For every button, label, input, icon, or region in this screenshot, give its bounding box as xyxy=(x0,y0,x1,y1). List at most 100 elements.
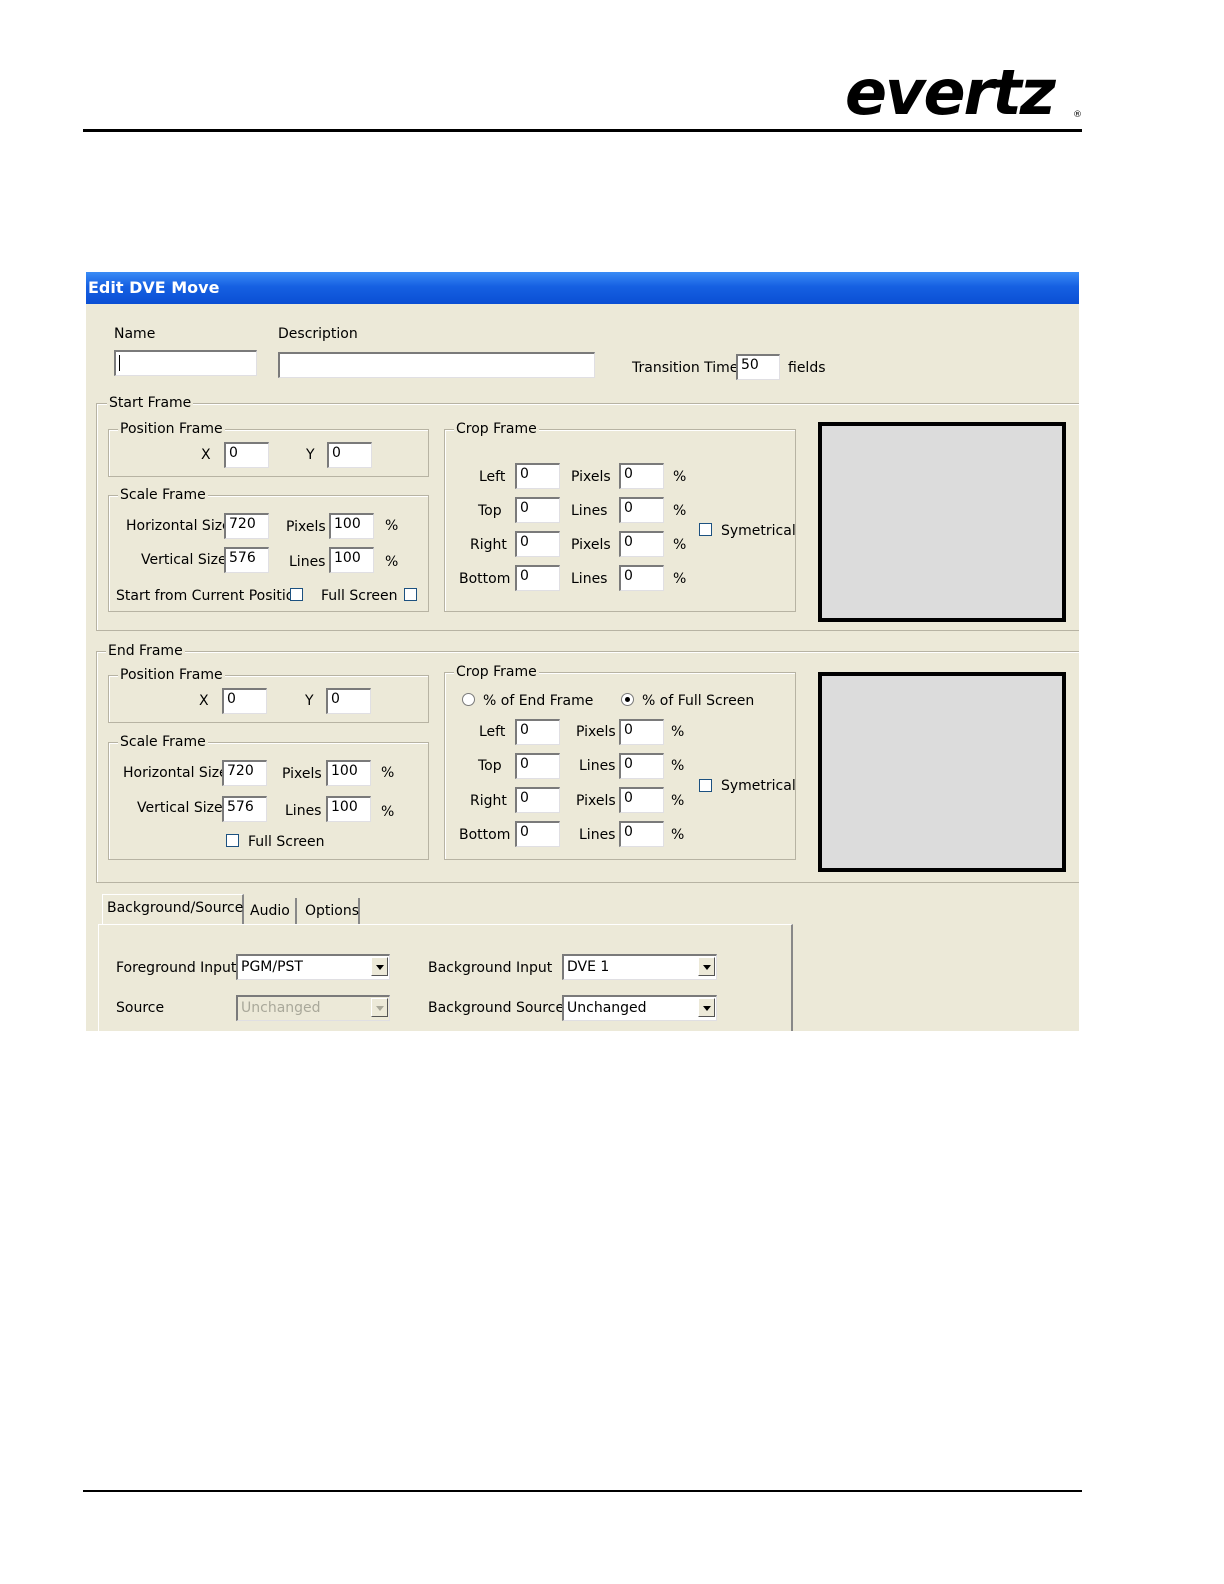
background-input-value: DVE 1 xyxy=(567,959,610,975)
chevron-down-icon[interactable] xyxy=(698,998,715,1017)
start-vertical-size-value: 576 xyxy=(229,550,256,566)
foreground-input-select[interactable]: PGM/PST xyxy=(236,954,390,980)
end-horizontal-size-label: Horizontal Size xyxy=(123,765,228,781)
end-vertical-pct-input[interactable]: 100 xyxy=(326,796,371,822)
source-value: Unchanged xyxy=(241,1000,321,1016)
end-crop-left-pct-input[interactable]: 0 xyxy=(619,719,664,745)
background-source-select[interactable]: Unchanged xyxy=(562,995,717,1021)
logo-text: evertz xyxy=(845,56,1056,129)
radio-percent-end-frame[interactable] xyxy=(462,693,475,706)
end-vertical-size-label: Vertical Size xyxy=(137,800,223,816)
end-crop-left-units: Pixels xyxy=(576,724,616,740)
end-position-frame-title: Position Frame xyxy=(118,666,225,684)
end-crop-left-pct-value: 0 xyxy=(624,722,633,738)
end-crop-bottom-pct-input[interactable]: 0 xyxy=(619,821,664,847)
tab-background-source[interactable]: Background/Source xyxy=(102,894,244,924)
end-crop-top-input[interactable]: 0 xyxy=(515,753,560,779)
start-symetrical-label: Symetrical xyxy=(721,523,796,539)
description-label: Description xyxy=(278,326,358,342)
start-crop-bottom-pct-value: 0 xyxy=(624,568,633,584)
description-input[interactable] xyxy=(278,352,595,378)
start-crop-bottom-label: Bottom xyxy=(459,571,511,587)
tab-audio[interactable]: Audio xyxy=(246,898,297,924)
end-vertical-pct-sign: % xyxy=(381,804,395,820)
radio-percent-full-screen-label: % of Full Screen xyxy=(642,693,755,709)
start-crop-top-pct-input[interactable]: 0 xyxy=(619,497,664,523)
start-vertical-pct-sign: % xyxy=(385,554,399,570)
end-crop-bottom-pct-value: 0 xyxy=(624,824,633,840)
start-vertical-pct-input[interactable]: 100 xyxy=(329,547,374,573)
foreground-input-label: Foreground Input xyxy=(116,960,237,976)
start-crop-right-label: Right xyxy=(470,537,507,553)
end-full-screen-checkbox[interactable] xyxy=(226,834,239,847)
start-crop-bottom-value: 0 xyxy=(520,568,529,584)
start-full-screen-checkbox[interactable] xyxy=(404,588,417,601)
radio-selected-dot xyxy=(625,697,630,702)
end-crop-top-pct-input[interactable]: 0 xyxy=(619,753,664,779)
end-crop-left-input[interactable]: 0 xyxy=(515,719,560,745)
start-crop-top-pct-sign: % xyxy=(673,503,687,519)
tab-options[interactable]: Options xyxy=(301,898,360,924)
start-crop-right-pct-input[interactable]: 0 xyxy=(619,531,664,557)
name-input[interactable] xyxy=(114,350,257,376)
background-input-label: Background Input xyxy=(428,960,553,976)
start-crop-left-input[interactable]: 0 xyxy=(515,463,560,489)
start-vertical-size-input[interactable]: 576 xyxy=(224,547,269,573)
end-vertical-size-value: 576 xyxy=(227,799,254,815)
end-vertical-size-input[interactable]: 576 xyxy=(222,796,267,822)
end-crop-bottom-pct-sign: % xyxy=(671,827,685,843)
end-crop-bottom-input[interactable]: 0 xyxy=(515,821,560,847)
start-crop-bottom-input[interactable]: 0 xyxy=(515,565,560,591)
end-crop-right-pct-input[interactable]: 0 xyxy=(619,787,664,813)
start-y-input[interactable]: 0 xyxy=(327,442,372,468)
chevron-down-icon[interactable] xyxy=(371,998,388,1017)
start-horizontal-size-input[interactable]: 720 xyxy=(224,513,269,539)
start-crop-left-pct-input[interactable]: 0 xyxy=(619,463,664,489)
end-x-input[interactable]: 0 xyxy=(222,688,267,714)
start-crop-bottom-units: Lines xyxy=(571,571,608,587)
end-y-label: Y xyxy=(305,693,314,709)
end-vertical-units: Lines xyxy=(285,803,322,819)
background-source-label: Background Source xyxy=(428,1000,565,1016)
start-symetrical-checkbox[interactable] xyxy=(699,523,712,536)
start-crop-left-value: 0 xyxy=(520,466,529,482)
start-crop-left-label: Left xyxy=(479,469,506,485)
end-crop-right-pct-value: 0 xyxy=(624,790,633,806)
start-horizontal-size-label: Horizontal Size xyxy=(126,518,231,534)
radio-percent-end-frame-label: % of End Frame xyxy=(483,693,594,709)
end-y-value: 0 xyxy=(331,691,340,707)
start-crop-right-input[interactable]: 0 xyxy=(515,531,560,557)
start-crop-top-input[interactable]: 0 xyxy=(515,497,560,523)
start-horizontal-pct-input[interactable]: 100 xyxy=(329,513,374,539)
start-y-label: Y xyxy=(306,447,315,463)
dialog-title: Edit DVE Move xyxy=(88,278,220,297)
end-position-frame: Position Frame xyxy=(108,666,429,723)
end-y-input[interactable]: 0 xyxy=(326,688,371,714)
radio-percent-full-screen[interactable] xyxy=(621,693,634,706)
start-crop-bottom-pct-input[interactable]: 0 xyxy=(619,565,664,591)
chevron-down-icon[interactable] xyxy=(698,957,715,976)
start-from-current-position-checkbox[interactable] xyxy=(290,588,303,601)
end-crop-bottom-label: Bottom xyxy=(459,827,511,843)
end-symetrical-checkbox[interactable] xyxy=(699,779,712,792)
title-bar[interactable]: Edit DVE Move xyxy=(86,272,1079,304)
end-crop-top-value: 0 xyxy=(520,756,529,772)
start-x-value: 0 xyxy=(229,445,238,461)
start-vertical-size-label: Vertical Size xyxy=(141,552,227,568)
start-x-input[interactable]: 0 xyxy=(224,442,269,468)
end-horizontal-pct-input[interactable]: 100 xyxy=(326,760,371,786)
start-vertical-pct-value: 100 xyxy=(334,550,361,566)
background-input-select[interactable]: DVE 1 xyxy=(562,954,717,980)
end-horizontal-size-input[interactable]: 720 xyxy=(222,760,267,786)
end-horizontal-size-value: 720 xyxy=(227,763,254,779)
end-frame-preview xyxy=(818,672,1066,872)
end-horizontal-units: Pixels xyxy=(282,766,322,782)
source-select[interactable]: Unchanged xyxy=(236,995,390,1021)
start-from-current-position-label: Start from Current Position xyxy=(116,588,304,604)
end-crop-right-input[interactable]: 0 xyxy=(515,787,560,813)
end-symetrical-label: Symetrical xyxy=(721,778,796,794)
transition-time-input[interactable]: 50 xyxy=(736,354,780,380)
start-horizontal-pct-value: 100 xyxy=(334,516,361,532)
chevron-down-icon[interactable] xyxy=(371,957,388,976)
end-crop-left-label: Left xyxy=(479,724,506,740)
